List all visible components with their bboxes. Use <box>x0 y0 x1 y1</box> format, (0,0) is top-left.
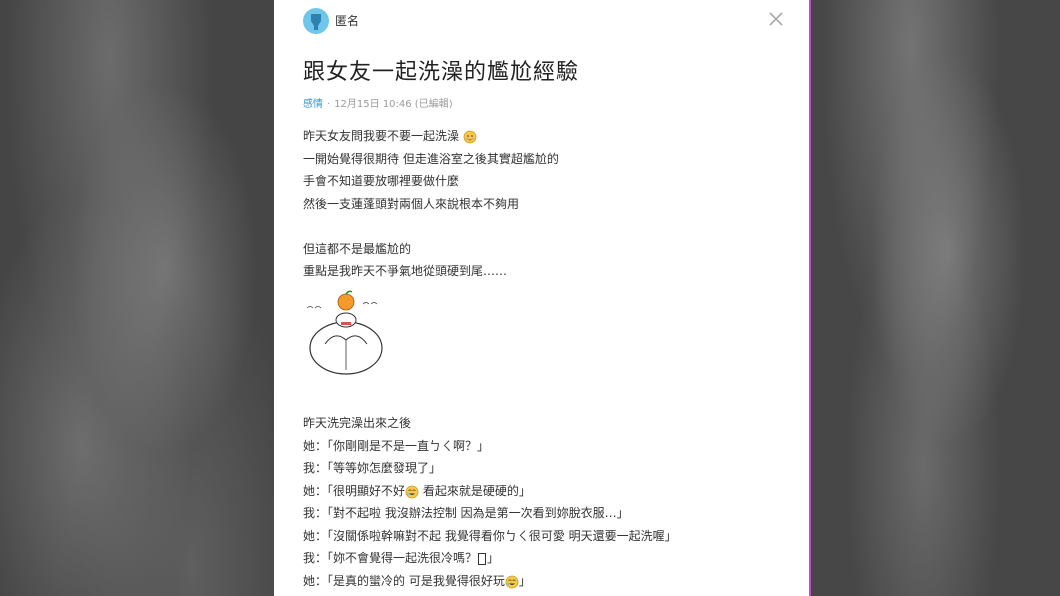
blurred-background-left <box>0 0 274 596</box>
body-line: 她：「是真的蠻冷的 可是我覺得很好玩」 <box>303 574 531 588</box>
post-timestamp: 12月15日 10:46 (已編輯) <box>334 99 453 110</box>
blurred-background-right <box>811 0 1060 596</box>
body-line: 我：「對不起啦 我沒辦法控制 因為是第一次看到妳脫衣服…」 <box>303 506 629 520</box>
forum-link[interactable]: 感情 <box>303 99 323 110</box>
body-line: 她：「沒關係啦幹嘛對不起 我覺得看你ㄅㄑ很可愛 明天還要一起洗喔」 <box>303 529 677 543</box>
post-meta: 感情 · 12月15日 10:46 (已編輯) <box>303 99 453 110</box>
body-line: 一開始覺得很期待 但走進浴室之後其實超尷尬的 <box>303 152 559 166</box>
body-line: 她：「你剛剛是不是一直ㄅㄑ啊？」 <box>303 439 490 453</box>
body-line: 昨天洗完澡出來之後 <box>303 416 412 430</box>
body-line: 但這都不是最尷尬的 <box>303 242 412 256</box>
body-line: 我：「等等妳怎麼發現了」 <box>303 461 442 475</box>
anonymous-avatar-icon[interactable] <box>303 8 329 34</box>
body-line: 她：「很明顯好不好 看起來就是硬硬的」 <box>303 484 531 498</box>
author-name[interactable]: 匿名 <box>335 12 359 29</box>
orange-sticker-image <box>306 290 383 375</box>
body-line: 手會不知道要放哪裡要做什麼 <box>303 174 460 188</box>
body-line: 我：「妳不會覺得一起洗很冷嗎？」 <box>303 551 500 565</box>
post-modal: 匿名 跟女友一起洗澡的尷尬經驗 感情 · 12月15日 10:46 (已編輯) 昨天… <box>274 0 811 596</box>
body-line: 然後一支蓮蓬頭對兩個人來說根本不夠用 <box>303 197 520 211</box>
post-title: 跟女友一起洗澡的尷尬經驗 <box>303 60 580 85</box>
close-icon[interactable] <box>766 9 786 29</box>
body-line: 重點是我昨天不爭氣地從頭硬到尾…… <box>303 264 508 278</box>
emoji-icon <box>505 575 519 588</box>
emoji-icon <box>463 130 477 143</box>
emoji-icon <box>405 485 419 498</box>
body-line: 昨天女友問我要不要一起洗澡 <box>303 127 477 144</box>
